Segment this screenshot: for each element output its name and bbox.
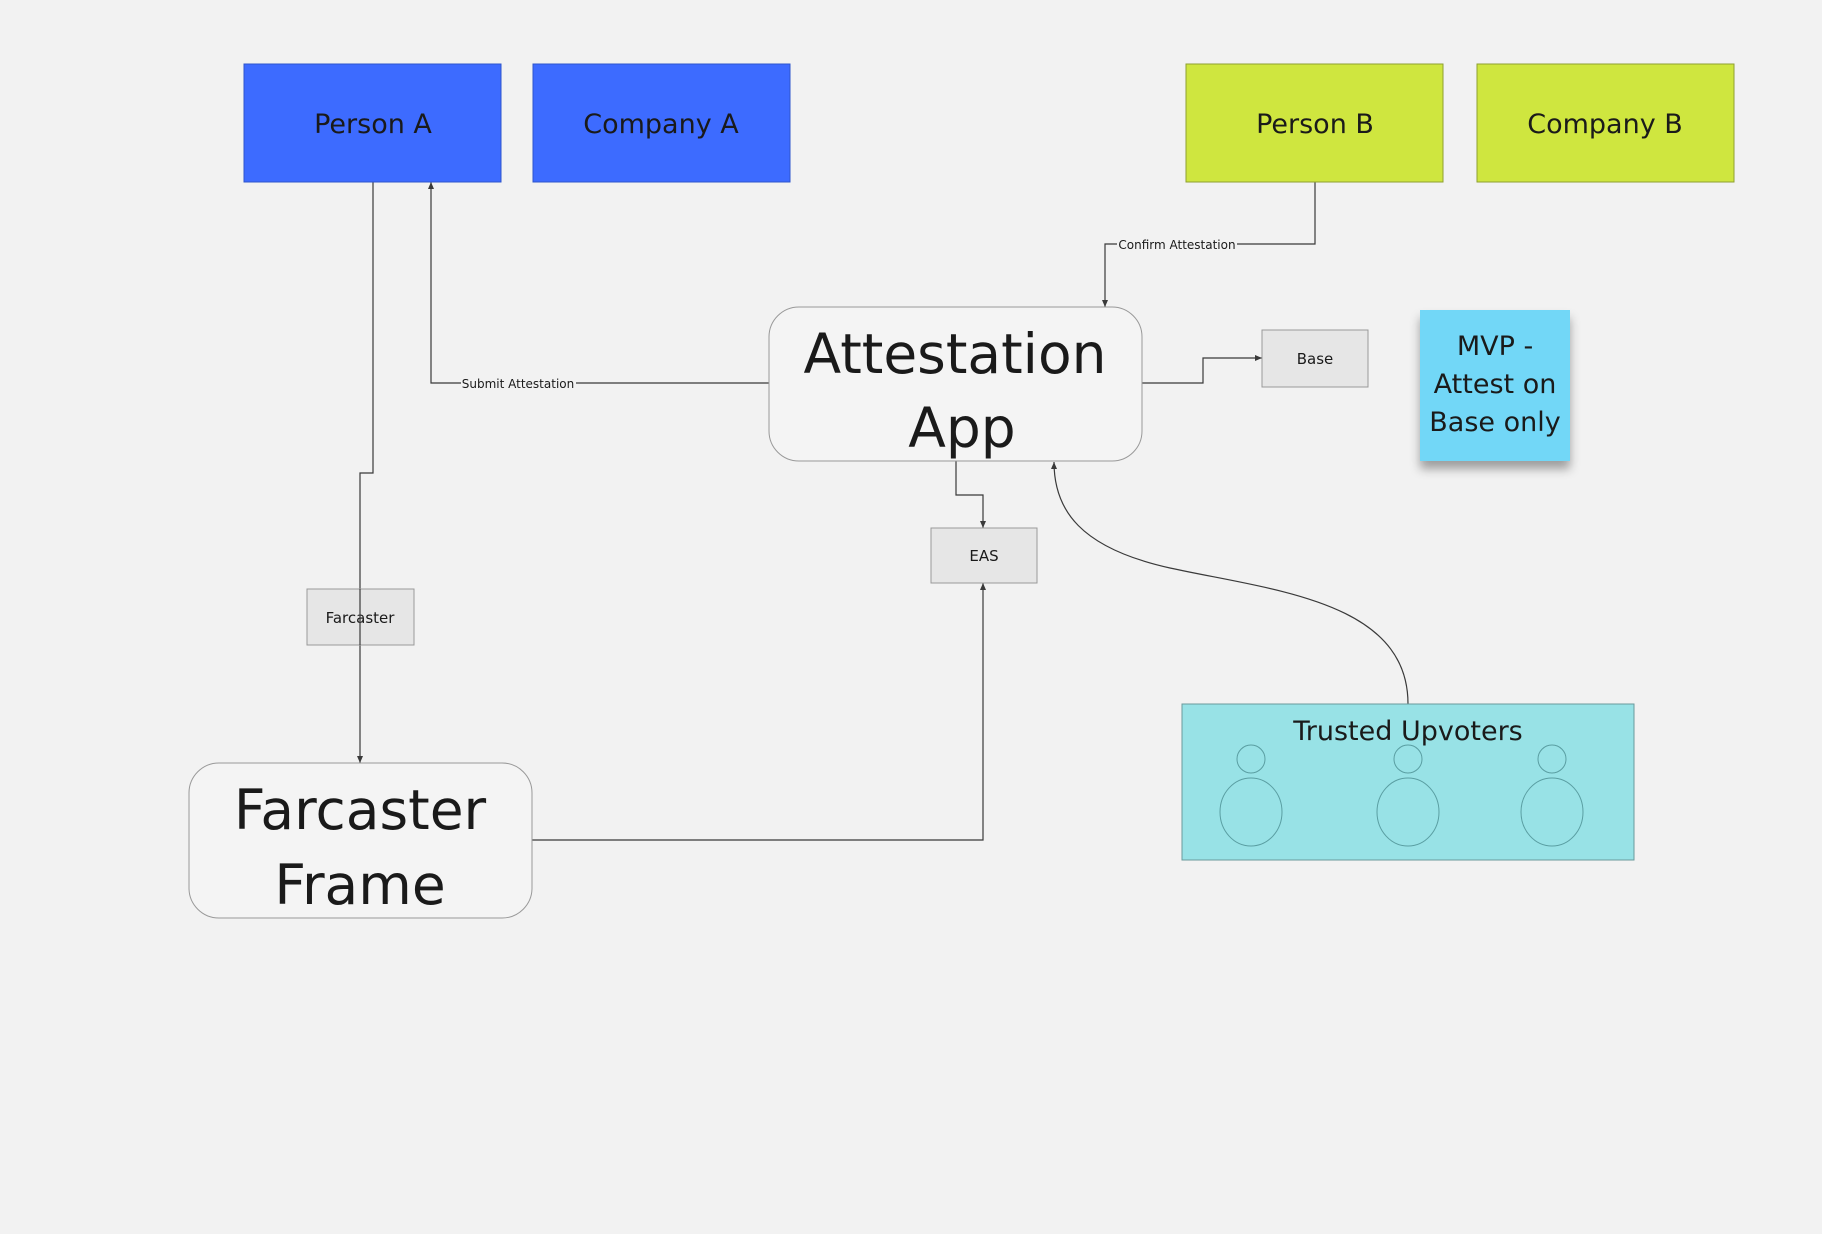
person-b-label: Person B (1256, 109, 1374, 140)
person-a-label: Person A (314, 109, 432, 140)
base-label: Base (1297, 350, 1334, 368)
attestation-app-label-line2: App (908, 396, 1015, 460)
connector-app-to-base[interactable] (1142, 355, 1262, 384)
company-a-node[interactable]: Company A (532, 63, 791, 183)
connector-submit-attestation[interactable] (428, 182, 769, 384)
company-b-node[interactable]: Company B (1476, 63, 1735, 183)
person-a-node[interactable]: Person A (243, 63, 502, 183)
person-b-node[interactable]: Person B (1185, 63, 1444, 183)
connector-app-to-eas[interactable] (955, 461, 986, 528)
sticky-line2: Attest on (1434, 369, 1557, 400)
eas-label: EAS (969, 547, 998, 565)
farcaster-frame-label-line2: Frame (274, 853, 445, 917)
connector-upvoters-to-app[interactable] (1051, 461, 1409, 705)
sticky-line1: MVP - (1457, 331, 1533, 362)
farcaster-frame-node[interactable]: Farcaster Frame (188, 762, 533, 919)
diagram-canvas[interactable]: Submit Attestation Confirm Attestation P… (0, 0, 1822, 1234)
sticky-line3: Base only (1429, 407, 1560, 438)
farcaster-frame-label-line1: Farcaster (234, 778, 487, 842)
attestation-app-node[interactable]: Attestation App (768, 306, 1143, 462)
company-a-label: Company A (583, 109, 739, 140)
trusted-upvoters-node[interactable]: Trusted Upvoters (1181, 703, 1635, 861)
submit-attestation-label: Submit Attestation (462, 377, 574, 391)
attestation-app-label-line1: Attestation (804, 322, 1107, 386)
connector-frame-to-eas[interactable] (532, 583, 986, 841)
confirm-attestation-label: Confirm Attestation (1118, 238, 1235, 252)
base-node[interactable]: Base (1261, 329, 1369, 388)
mvp-sticky-note[interactable]: MVP - Attest on Base only (1420, 310, 1570, 461)
trusted-upvoters-label: Trusted Upvoters (1292, 716, 1523, 747)
company-b-label: Company B (1527, 109, 1683, 140)
eas-node[interactable]: EAS (930, 527, 1038, 584)
connector-persona-to-frame[interactable] (357, 182, 374, 763)
